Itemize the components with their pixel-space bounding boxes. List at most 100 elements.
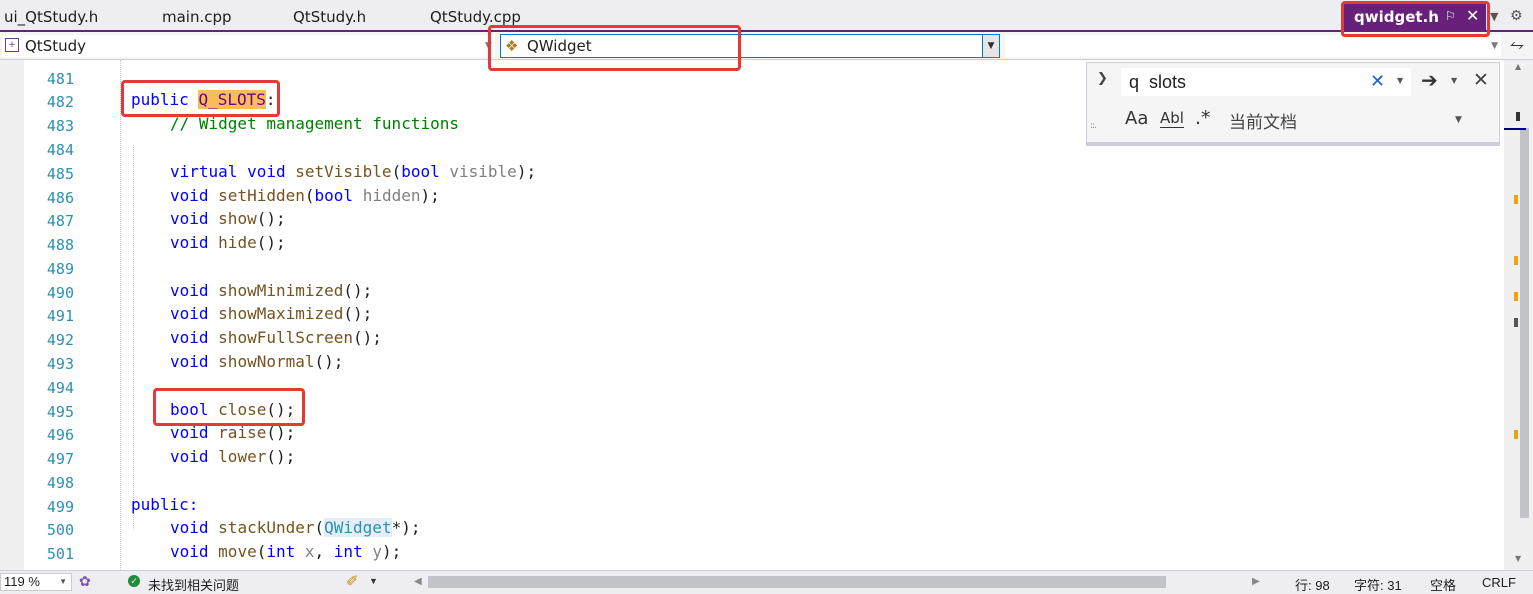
project-dropdown[interactable]: + QtStudy ▼: [2, 35, 495, 57]
find-result-marker: [1514, 195, 1518, 204]
navigation-bar: + QtStudy ▼ ❖ QWidget ▼ ▼ ⥊: [0, 32, 1533, 60]
active-tab-label: qwidget.h: [1354, 8, 1439, 26]
code-line-488: void hide();: [170, 233, 286, 252]
line-number: 491: [46, 307, 74, 325]
line-number: 493: [46, 355, 74, 373]
search-scope-dropdown[interactable]: 当前文档: [1229, 108, 1297, 133]
line-number: 489: [46, 260, 74, 278]
code-line-501: void move(int x, int y);: [170, 542, 402, 561]
line-number: 488: [46, 236, 74, 254]
status-bar: 119 % ▼ ✿ ✓ 未找到相关问题 ✐ ▼ ◀ ▶ 行: 98 字符: 31…: [0, 570, 1533, 594]
code-line-497: void lower();: [170, 447, 296, 466]
line-number: 501: [46, 545, 74, 563]
line-number: 492: [46, 331, 74, 349]
code-cleanup-brush-icon[interactable]: ✐: [346, 572, 359, 590]
grip-handle-icon[interactable]: ::.: [1090, 121, 1097, 131]
close-tab-icon[interactable]: ✕: [1466, 6, 1479, 25]
zoom-level: 119 %: [4, 574, 40, 589]
scrollbar-thumb[interactable]: [1520, 128, 1529, 518]
find-options-dropdown-icon[interactable]: ▼: [1451, 76, 1457, 85]
class-scope-label: QWidget: [527, 37, 592, 55]
search-match-highlight: Q_SLOTS: [198, 90, 266, 109]
line-number: 497: [46, 450, 74, 468]
tab-qtstudy-h[interactable]: QtStudy.h: [293, 0, 366, 30]
character-indicator[interactable]: 字符: 31: [1354, 575, 1402, 594]
chevron-down-icon: ▼: [59, 577, 67, 586]
code-line-482: public Q_SLOTS:: [131, 90, 276, 109]
code-line-495: bool close();: [170, 400, 296, 419]
line-number: 484: [46, 141, 74, 159]
scroll-left-icon[interactable]: ◀: [414, 576, 422, 587]
line-ending-indicator[interactable]: CRLF: [1482, 575, 1516, 590]
tab-main-cpp[interactable]: main.cpp: [162, 0, 232, 30]
clear-search-icon[interactable]: ✕: [1370, 71, 1385, 92]
code-line-496: void raise();: [170, 423, 296, 442]
search-input[interactable]: [1121, 68, 1411, 96]
class-scope-dropdown[interactable]: ❖ QWidget ▼: [500, 34, 1000, 58]
code-health-icon[interactable]: ✿: [79, 573, 91, 590]
scroll-up-icon[interactable]: ▲: [1515, 62, 1521, 71]
split-window-icon[interactable]: ⥊: [1505, 35, 1529, 57]
line-number: 494: [46, 379, 74, 397]
line-number: 483: [46, 117, 74, 135]
indicator-margin: [0, 60, 24, 570]
search-history-dropdown-icon[interactable]: ▼: [1397, 76, 1403, 85]
code-line-486: void setHidden(bool hidden);: [170, 186, 440, 205]
line-number: 490: [46, 284, 74, 302]
line-number: 486: [46, 189, 74, 207]
class-icon: ❖: [505, 37, 519, 55]
line-number: 485: [46, 165, 74, 183]
code-line-491: void showMaximized();: [170, 304, 373, 323]
line-number: 481: [46, 70, 74, 88]
line-number: 500: [46, 521, 74, 539]
project-icon: +: [5, 38, 19, 52]
code-line-499: public:: [131, 495, 199, 514]
whitespace-indicator[interactable]: 空格: [1430, 575, 1456, 594]
chevron-down-icon[interactable]: ▼: [369, 576, 378, 586]
caret-position-marker: [1504, 128, 1526, 130]
match-whole-word-icon[interactable]: Abl: [1160, 109, 1184, 128]
close-icon[interactable]: ✕: [1473, 69, 1489, 91]
scroll-right-icon[interactable]: ▶: [1252, 576, 1260, 587]
zoom-dropdown[interactable]: 119 % ▼: [0, 573, 72, 591]
code-line-493: void showNormal();: [170, 352, 344, 371]
vertical-scrollbar[interactable]: ▲ ▼: [1504, 60, 1533, 570]
member-dropdown[interactable]: ▼: [1005, 35, 1501, 57]
code-line-492: void showFullScreen();: [170, 328, 382, 347]
scroll-marker: [1514, 318, 1518, 327]
code-line-500: void stackUnder(QWidget*);: [170, 518, 421, 537]
line-number: 499: [46, 498, 74, 516]
tab-overflow-dropdown-icon[interactable]: ▼: [1490, 10, 1498, 23]
use-regex-icon[interactable]: .*: [1195, 107, 1211, 129]
tab-qwidget-h[interactable]: qwidget.h ⚐ ✕: [1344, 3, 1486, 31]
chevron-down-icon: ▼: [1491, 41, 1498, 51]
gear-icon[interactable]: ⚙: [1510, 8, 1523, 24]
match-case-icon[interactable]: Aa: [1125, 108, 1148, 129]
line-number: 487: [46, 212, 74, 230]
find-result-marker: [1514, 256, 1518, 265]
scroll-marker: [1516, 112, 1520, 121]
project-name: QtStudy: [25, 37, 86, 55]
tab-ui-qtstudy-h[interactable]: ui_QtStudy.h: [4, 0, 98, 30]
code-line-485: virtual void setVisible(bool visible);: [170, 162, 537, 181]
horizontal-scrollbar-thumb[interactable]: [428, 576, 1166, 588]
line-number: 496: [46, 426, 74, 444]
expand-replace-chevron-icon[interactable]: ❯: [1097, 71, 1108, 86]
find-panel: ❯ ✕ ▼ ➔ ▼ ✕ ::. Aa Abl .* 当前文档 ▼: [1086, 62, 1500, 146]
line-indicator[interactable]: 行: 98: [1295, 575, 1330, 594]
scroll-down-icon[interactable]: ▼: [1515, 554, 1521, 563]
find-result-marker: [1514, 430, 1518, 439]
chevron-down-icon[interactable]: ▼: [982, 35, 999, 57]
tab-qtstudy-cpp[interactable]: QtStudy.cpp: [430, 0, 521, 30]
chevron-down-icon[interactable]: ▼: [1455, 115, 1462, 125]
check-circle-icon: ✓: [128, 575, 140, 587]
code-line-483: // Widget management functions: [170, 114, 459, 133]
find-next-arrow-icon[interactable]: ➔: [1421, 68, 1438, 92]
document-tab-bar: ui_QtStudy.h main.cpp QtStudy.h QtStudy.…: [0, 0, 1533, 32]
issues-status[interactable]: 未找到相关问题: [148, 575, 239, 594]
pin-icon[interactable]: ⚐: [1445, 9, 1456, 23]
indent-guide: [120, 60, 121, 570]
code-line-490: void showMinimized();: [170, 281, 373, 300]
line-number: 482: [46, 93, 74, 111]
indent-guide: [133, 145, 134, 530]
